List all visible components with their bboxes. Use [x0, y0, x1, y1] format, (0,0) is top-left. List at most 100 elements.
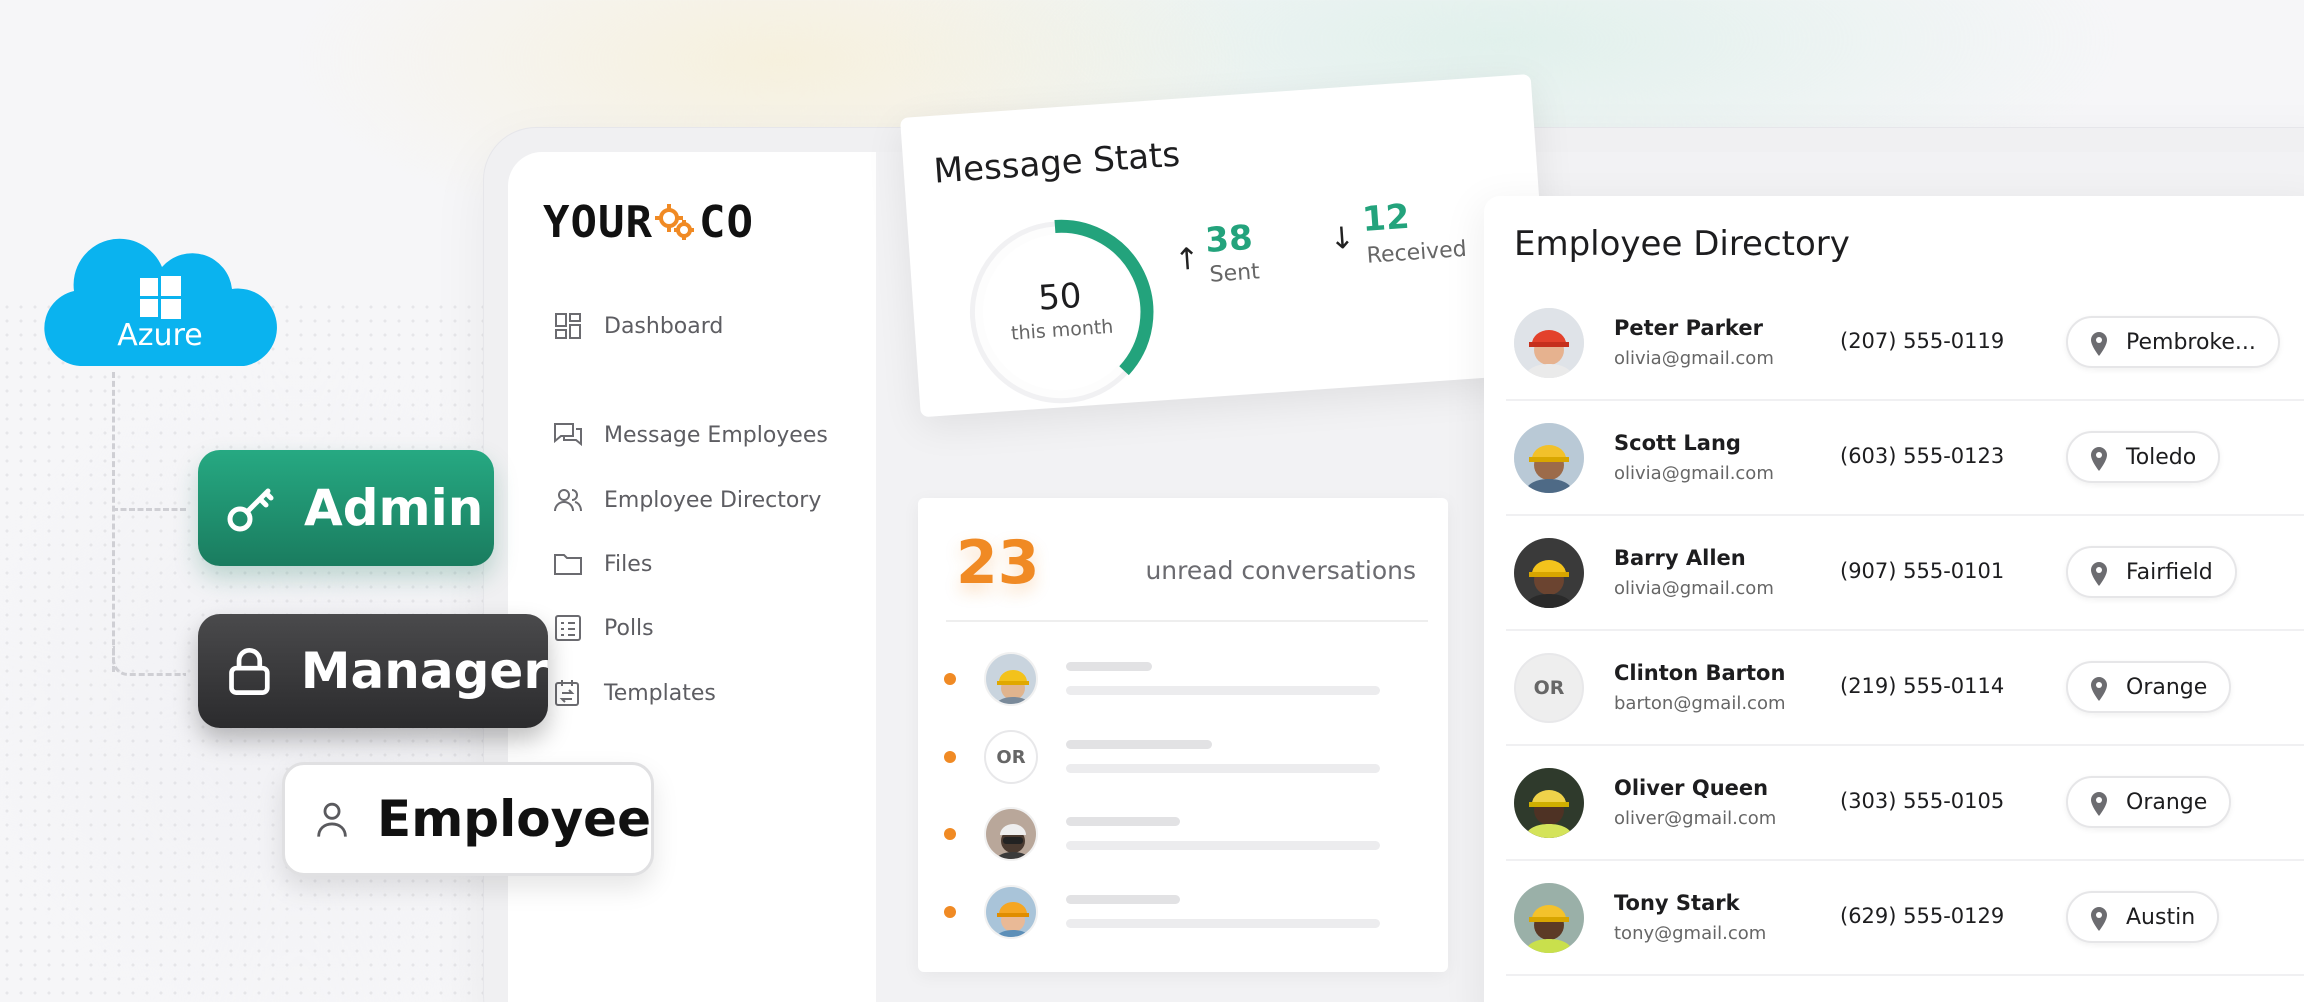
conversation-row[interactable] — [944, 803, 1424, 863]
unread-dot — [944, 906, 956, 918]
employee-phone: (629) 555-0129 — [1840, 904, 2005, 928]
unread-conversations-card[interactable]: 23 unread conversations OR — [918, 498, 1448, 972]
key-icon — [227, 488, 274, 532]
table-row[interactable]: Barry Allen olivia@gmail.com (907) 555-0… — [1506, 516, 2304, 631]
connector-line — [112, 508, 186, 511]
location-chip[interactable]: Fairfield — [2066, 546, 2237, 598]
employee-name: Tony Stark — [1614, 891, 1740, 915]
lock-icon — [229, 648, 270, 695]
folder-icon — [554, 554, 582, 575]
location-chip[interactable]: Austin — [2066, 891, 2220, 943]
message-preview-line — [1066, 817, 1180, 826]
location-chip[interactable]: Orange — [2066, 661, 2232, 713]
admin-role-label: Admin — [304, 479, 484, 537]
message-stats-card[interactable]: Message Stats 50 this month ↑ 38 Sent ↓ … — [900, 73, 1552, 418]
location-pin-icon — [2091, 562, 2107, 586]
message-preview-line — [1066, 919, 1380, 928]
manager-role-button[interactable]: Manager — [198, 614, 548, 728]
received-label: Received — [1365, 236, 1468, 269]
avatar-initials: OR — [1514, 653, 1584, 723]
sent-label: Sent — [1208, 259, 1261, 288]
location-label: Fairfield — [2126, 559, 2213, 585]
employee-phone: (603) 555-0123 — [1840, 444, 2005, 468]
sidebar-item-files[interactable]: Files — [552, 544, 652, 584]
sidebar-item-message-employees[interactable]: Message Employees — [552, 415, 828, 455]
unread-dot — [944, 828, 956, 840]
avatar — [1514, 883, 1584, 953]
employee-email: olivia@gmail.com — [1614, 348, 1774, 369]
unread-label: unread conversations — [1145, 556, 1416, 585]
location-label: Austin — [2126, 904, 2196, 930]
users-icon — [554, 489, 582, 512]
location-chip[interactable]: Toledo — [2066, 431, 2221, 483]
employee-email: barton@gmail.com — [1614, 693, 1786, 714]
employee-email: oliver@gmail.com — [1614, 808, 1777, 829]
sidebar-item-templates[interactable]: Templates — [552, 673, 716, 713]
message-preview-line — [1066, 662, 1152, 671]
employee-role-button[interactable]: Employee — [282, 762, 654, 876]
app-logo[interactable]: YOUR CO — [543, 196, 754, 248]
table-row[interactable]: Peter Parker olivia@gmail.com (207) 555-… — [1506, 286, 2304, 401]
table-row[interactable]: Oliver Queen oliver@gmail.com (303) 555-… — [1506, 746, 2304, 861]
location-pin-icon — [2091, 332, 2107, 356]
avatar — [1514, 308, 1584, 378]
poll-icon — [555, 615, 581, 641]
sidebar-item-employee-directory[interactable]: Employee Directory — [552, 480, 821, 520]
employee-phone: (207) 555-0119 — [1840, 329, 2005, 353]
sidebar-item-label: Employee Directory — [604, 487, 822, 513]
unread-count: 23 — [956, 528, 1040, 598]
location-label: Toledo — [2126, 444, 2197, 470]
card-title: Message Stats — [932, 134, 1182, 192]
admin-role-button[interactable]: Admin — [198, 450, 494, 566]
conversation-row[interactable]: OR — [944, 726, 1424, 786]
location-pin-icon — [2091, 907, 2107, 931]
location-label: Orange — [2126, 674, 2208, 700]
message-preview-line — [1066, 686, 1380, 695]
connector-line — [112, 372, 115, 672]
location-pin-icon — [2091, 792, 2107, 816]
avatar — [984, 807, 1038, 861]
employee-phone: (219) 555-0114 — [1840, 674, 2005, 698]
table-row[interactable]: Tony Stark tony@gmail.com (629) 555-0129… — [1506, 861, 2304, 976]
employee-name: Scott Lang — [1614, 431, 1741, 455]
connector-line — [112, 646, 186, 676]
dashboard-icon — [555, 313, 581, 339]
employee-name: Barry Allen — [1614, 546, 1746, 570]
employee-name: Oliver Queen — [1614, 776, 1769, 800]
azure-label: Azure — [117, 318, 203, 353]
table-row[interactable]: OR Clinton Barton barton@gmail.com (219)… — [1506, 631, 2304, 746]
sidebar-item-label: Polls — [604, 615, 654, 641]
table-row[interactable]: Scott Lang olivia@gmail.com (603) 555-01… — [1506, 401, 2304, 516]
sidebar-item-label: Templates — [604, 680, 716, 706]
arrow-up-icon: ↑ — [1173, 241, 1201, 279]
location-label: Orange — [2126, 789, 2208, 815]
unread-dot — [944, 751, 956, 763]
employee-name: Peter Parker — [1614, 316, 1763, 340]
logo-text-right: CO — [698, 196, 754, 248]
logo-text-left: YOUR — [543, 196, 653, 248]
avatar — [1514, 423, 1584, 493]
sidebar-item-label: Message Employees — [604, 422, 828, 448]
employee-email: tony@gmail.com — [1614, 923, 1767, 944]
location-pin-icon — [2091, 677, 2107, 701]
panel-title: Employee Directory — [1514, 224, 1850, 264]
employee-phone: (907) 555-0101 — [1840, 559, 2005, 583]
avatar — [1514, 538, 1584, 608]
sidebar-item-polls[interactable]: Polls — [552, 608, 654, 648]
conversation-row[interactable] — [944, 881, 1424, 941]
sent-count: 38 — [1203, 217, 1254, 261]
location-label: Pembroke... — [2126, 329, 2256, 355]
divider — [946, 620, 1428, 622]
message-preview-line — [1066, 895, 1180, 904]
user-icon — [317, 802, 347, 837]
sidebar-item-label: Files — [604, 551, 653, 577]
chat-icon — [554, 423, 582, 447]
template-icon — [555, 680, 579, 706]
gears-logo-icon — [654, 204, 694, 240]
location-chip[interactable]: Orange — [2066, 776, 2232, 828]
location-chip[interactable]: Pembroke... — [2066, 316, 2280, 368]
employee-directory-panel: Employee Directory Peter Parker olivia@g… — [1484, 196, 2304, 1002]
sidebar-item-dashboard[interactable]: Dashboard — [552, 306, 723, 346]
message-preview-line — [1066, 740, 1212, 749]
conversation-row[interactable] — [944, 648, 1424, 708]
